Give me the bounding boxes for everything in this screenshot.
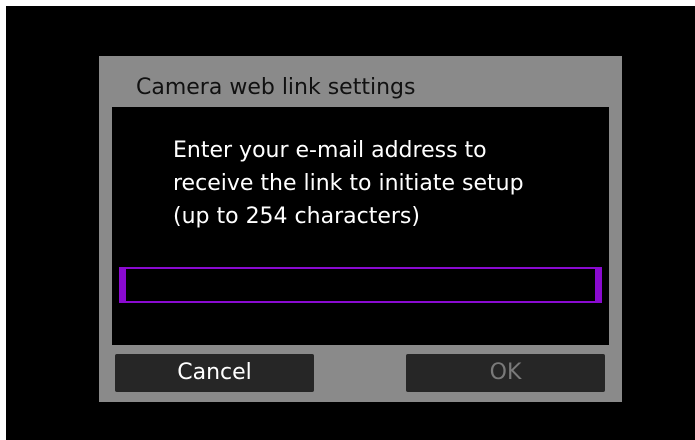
cancel-button[interactable]: Cancel [115, 354, 314, 392]
instruction-line-1: Enter your e-mail address to [173, 138, 487, 163]
dialog-body: Enter your e-mail address to receive the… [112, 107, 609, 345]
instruction-message: Enter your e-mail address to receive the… [173, 134, 593, 233]
instruction-line-3: (up to 254 characters) [173, 204, 420, 229]
camera-screen: Camera web link settings Enter your e-ma… [6, 6, 695, 440]
instruction-line-2: receive the link to initiate setup [173, 171, 524, 196]
dialog-title: Camera web link settings [136, 75, 416, 100]
email-address-input[interactable] [119, 267, 602, 303]
web-link-settings-dialog: Camera web link settings Enter your e-ma… [99, 56, 622, 402]
ok-button[interactable]: OK [406, 354, 605, 392]
